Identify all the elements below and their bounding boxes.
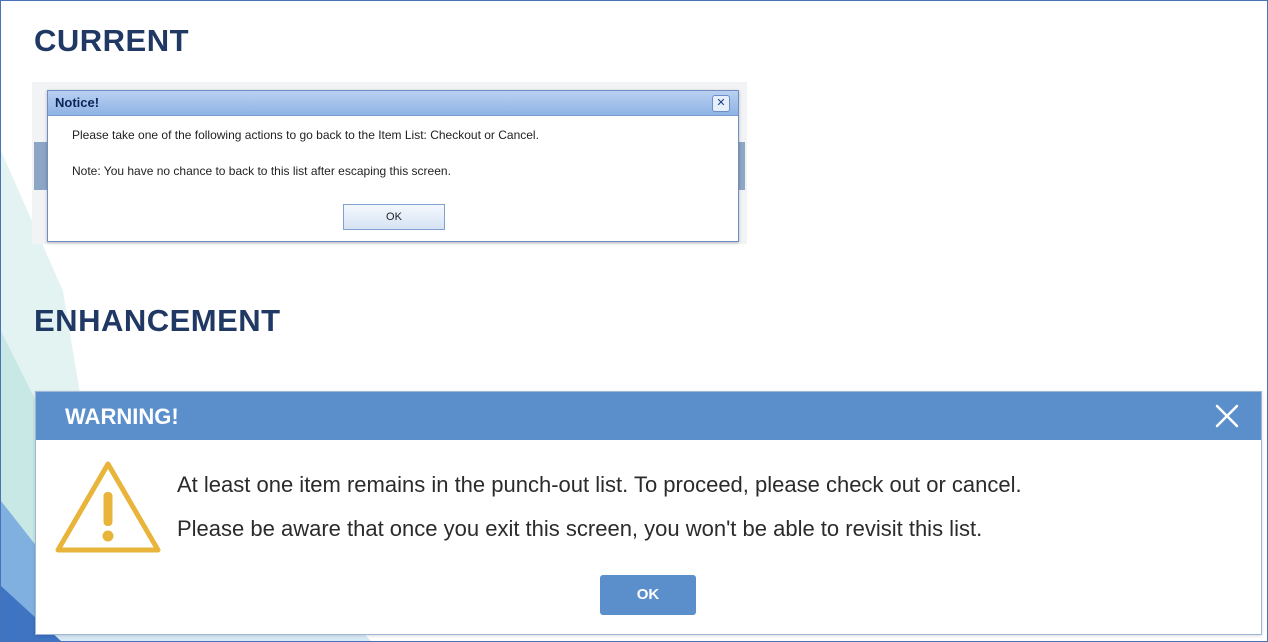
notice-title: Notice! <box>55 95 100 110</box>
current-heading: CURRENT <box>34 23 190 58</box>
warning-dialog: WARNING! At least one item remains in th… <box>35 391 1262 635</box>
warning-message-line-1: At least one item remains in the punch-o… <box>177 472 1022 497</box>
notice-ok-button[interactable]: OK <box>343 204 445 230</box>
notice-message-line-2: Note: You have no chance to back to this… <box>72 164 451 178</box>
warning-titlebar: WARNING! <box>36 392 1261 440</box>
close-icon[interactable]: ✕ <box>712 95 730 112</box>
current-dialog-screenshot: Notice! ✕ Please take one of the followi… <box>32 82 747 244</box>
warning-message-line-2: Please be aware that once you exit this … <box>177 516 983 541</box>
notice-dialog: Notice! ✕ Please take one of the followi… <box>47 90 739 242</box>
close-icon[interactable] <box>1209 398 1245 434</box>
warning-ok-button[interactable]: OK <box>600 575 696 615</box>
notice-titlebar: Notice! ✕ <box>48 91 738 116</box>
warning-triangle-icon <box>55 461 161 553</box>
warning-title: WARNING! <box>65 404 179 429</box>
background-panel-left <box>34 142 48 190</box>
slide-frame: CURRENT Notice! ✕ Please take one of the… <box>0 0 1268 642</box>
enhancement-heading: ENHANCEMENT <box>34 303 281 338</box>
notice-message-line-1: Please take one of the following actions… <box>72 128 539 142</box>
